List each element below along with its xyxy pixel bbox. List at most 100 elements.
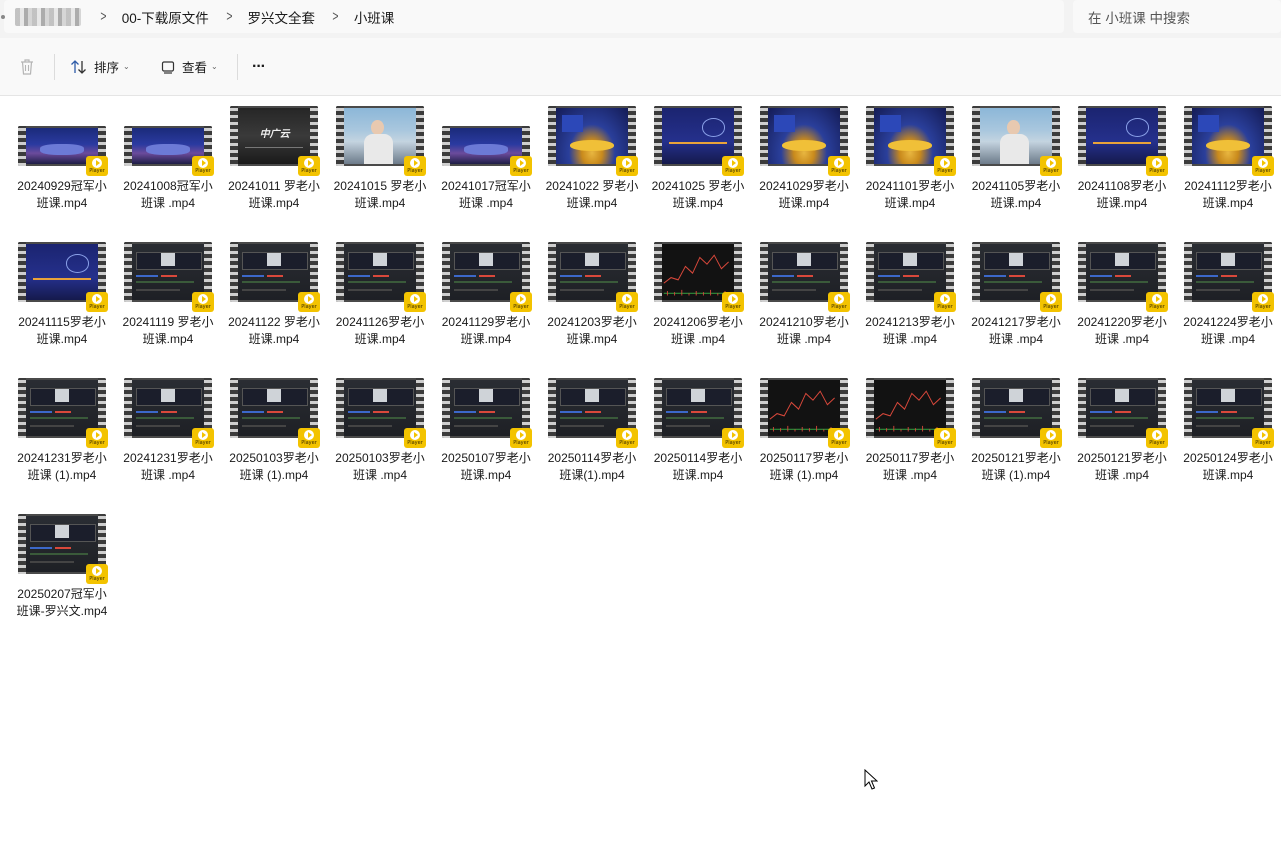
file-item[interactable]: Player 20241101罗老小班课.mp4 <box>861 96 959 212</box>
file-item[interactable]: Player 20241213罗老小班课 .mp4 <box>861 232 959 348</box>
file-name: 20241105罗老小班课.mp4 <box>971 179 1061 210</box>
file-item[interactable]: Player 20241105罗老小班课.mp4 <box>967 96 1065 212</box>
file-thumbnail: Player <box>861 368 959 452</box>
file-item[interactable]: Player 20241129罗老小班课.mp4 <box>437 232 535 348</box>
file-item[interactable]: Player 20241231罗老小班课 .mp4 <box>119 368 217 484</box>
player-badge-icon: Player <box>510 156 532 176</box>
player-badge-icon: Player <box>616 292 638 312</box>
player-badge-icon: Player <box>86 428 108 448</box>
file-item[interactable]: Player 20241220罗老小班课 .mp4 <box>1073 232 1171 348</box>
player-badge-icon: Player <box>86 564 108 584</box>
sort-icon <box>71 59 86 74</box>
file-thumbnail: Player <box>967 368 1065 452</box>
file-item[interactable]: Player 20241022 罗老小班课.mp4 <box>543 96 641 212</box>
file-item[interactable]: Player 20240929冠军小班课.mp4 <box>13 96 111 212</box>
command-bar: 排序 ⌄ 查看 ⌄ ··· <box>0 38 1281 96</box>
more-options-button[interactable]: ··· <box>252 38 266 95</box>
file-item[interactable]: Player 20250114罗老小班课.mp4 <box>649 368 747 484</box>
breadcrumb[interactable]: > 00-下载原文件 > 罗兴文全套 > 小班课 <box>1 0 1064 33</box>
file-item[interactable]: Player 20241017冠军小班课 .mp4 <box>437 96 535 212</box>
address-bar: > 00-下载原文件 > 罗兴文全套 > 小班课 在 小班课 中搜索 <box>0 0 1281 38</box>
search-input[interactable]: 在 小班课 中搜索 <box>1073 0 1281 33</box>
chevron-down-icon: ⌄ <box>211 62 218 71</box>
file-item[interactable]: Player 20241015 罗老小班课.mp4 <box>331 96 429 212</box>
file-thumbnail: Player <box>225 232 323 316</box>
view-label: 查看 <box>182 61 208 75</box>
file-thumbnail: Player <box>225 368 323 452</box>
player-badge-icon: Player <box>1252 292 1274 312</box>
chevron-right-icon: > <box>332 8 339 25</box>
file-thumbnail: Player <box>331 96 429 180</box>
file-name: 20250114罗老小班课(1).mp4 <box>547 451 637 482</box>
player-badge-icon: Player <box>86 156 108 176</box>
chevron-right-icon: > <box>100 8 107 25</box>
player-badge-icon: Player <box>1252 156 1274 176</box>
file-name: 20250107罗老小班课.mp4 <box>441 451 531 482</box>
file-item[interactable]: Player 20250121罗老小班课 (1).mp4 <box>967 368 1065 484</box>
file-item[interactable]: Player 20241112罗老小班课.mp4 <box>1179 96 1277 212</box>
delete-button[interactable] <box>19 38 41 95</box>
file-item[interactable]: Player 20241115罗老小班课.mp4 <box>13 232 111 348</box>
file-item[interactable]: Player 20250114罗老小班课(1).mp4 <box>543 368 641 484</box>
file-name: 20250121罗老小班课 (1).mp4 <box>971 451 1061 482</box>
file-item[interactable]: Player 20241108罗老小班课.mp4 <box>1073 96 1171 212</box>
file-item[interactable]: Player 20241008冠军小班课 .mp4 <box>119 96 217 212</box>
file-thumbnail: 中广云 Player <box>225 96 323 180</box>
file-item[interactable]: Player 20250103罗老小班课 .mp4 <box>331 368 429 484</box>
player-badge-icon: Player <box>616 428 638 448</box>
player-badge-icon: Player <box>722 292 744 312</box>
file-item[interactable]: Player 20241029罗老小班课.mp4 <box>755 96 853 212</box>
file-name: 20241112罗老小班课.mp4 <box>1184 179 1272 210</box>
file-thumbnail: Player <box>13 232 111 316</box>
file-name: 20250121罗老小班课 .mp4 <box>1077 451 1167 482</box>
file-name: 20241101罗老小班课.mp4 <box>865 179 955 210</box>
file-item[interactable]: Player 20241203罗老小班课.mp4 <box>543 232 641 348</box>
file-thumbnail: Player <box>543 368 641 452</box>
file-item[interactable]: Player 20241231罗老小班课 (1).mp4 <box>13 368 111 484</box>
file-item[interactable]: Player 20241210罗老小班课 .mp4 <box>755 232 853 348</box>
file-item[interactable]: Player 20250103罗老小班课 (1).mp4 <box>225 368 323 484</box>
more-icon: ··· <box>252 57 266 75</box>
chevron-right-icon: > <box>226 8 233 25</box>
file-name: 20241115罗老小班课.mp4 <box>18 315 106 346</box>
file-item[interactable]: Player 20241217罗老小班课 .mp4 <box>967 232 1065 348</box>
file-thumbnail: Player <box>1179 232 1277 316</box>
file-item[interactable]: Player 20241119 罗老小班课.mp4 <box>119 232 217 348</box>
player-badge-icon: Player <box>1040 292 1062 312</box>
file-item[interactable]: Player 20250117罗老小班课 .mp4 <box>861 368 959 484</box>
player-badge-icon: Player <box>616 156 638 176</box>
player-badge-icon: Player <box>828 292 850 312</box>
file-item[interactable]: Player 20241122 罗老小班课.mp4 <box>225 232 323 348</box>
player-badge-icon: Player <box>1146 428 1168 448</box>
file-name: 20250103罗老小班课 .mp4 <box>335 451 425 482</box>
file-item[interactable]: Player 20241126罗老小班课.mp4 <box>331 232 429 348</box>
file-item[interactable]: Player 20250121罗老小班课 .mp4 <box>1073 368 1171 484</box>
file-item[interactable]: Player 20250207冠军小班课-罗兴文.mp4 <box>13 504 111 620</box>
file-item[interactable]: Player 20250117罗老小班课 (1).mp4 <box>755 368 853 484</box>
file-name: 20241022 罗老小班课.mp4 <box>545 179 639 210</box>
file-name: 20240929冠军小班课.mp4 <box>17 179 107 210</box>
file-name: 20241119 罗老小班课.mp4 <box>122 315 214 346</box>
file-item[interactable]: Player 20241206罗老小班课 .mp4 <box>649 232 747 348</box>
blurred-breadcrumb-segment[interactable] <box>15 7 81 26</box>
file-thumbnail: Player <box>331 368 429 452</box>
file-item[interactable]: Player 20241025 罗老小班课.mp4 <box>649 96 747 212</box>
view-button[interactable]: 查看 ⌄ <box>160 38 218 95</box>
file-thumbnail: Player <box>649 96 747 180</box>
file-item[interactable]: Player 20250124罗老小班课.mp4 <box>1179 368 1277 484</box>
player-badge-icon: Player <box>298 156 320 176</box>
breadcrumb-item-collection[interactable]: 罗兴文全套 <box>248 7 316 27</box>
file-name: 20241126罗老小班课.mp4 <box>335 315 425 346</box>
player-badge-icon: Player <box>722 428 744 448</box>
file-thumbnail: Player <box>331 232 429 316</box>
sort-button[interactable]: 排序 ⌄ <box>70 38 130 95</box>
file-thumbnail: Player <box>13 368 111 452</box>
file-thumbnail: Player <box>861 232 959 316</box>
file-item[interactable]: 中广云 Player 20241011 罗老小班课.mp4 <box>225 96 323 212</box>
file-thumbnail: Player <box>861 96 959 180</box>
breadcrumb-item-current[interactable]: 小班课 <box>354 7 395 27</box>
file-item[interactable]: Player 20241224罗老小班课 .mp4 <box>1179 232 1277 348</box>
file-item[interactable]: Player 20250107罗老小班课.mp4 <box>437 368 535 484</box>
file-thumbnail: Player <box>755 232 853 316</box>
breadcrumb-item-download[interactable]: 00-下载原文件 <box>122 7 209 27</box>
